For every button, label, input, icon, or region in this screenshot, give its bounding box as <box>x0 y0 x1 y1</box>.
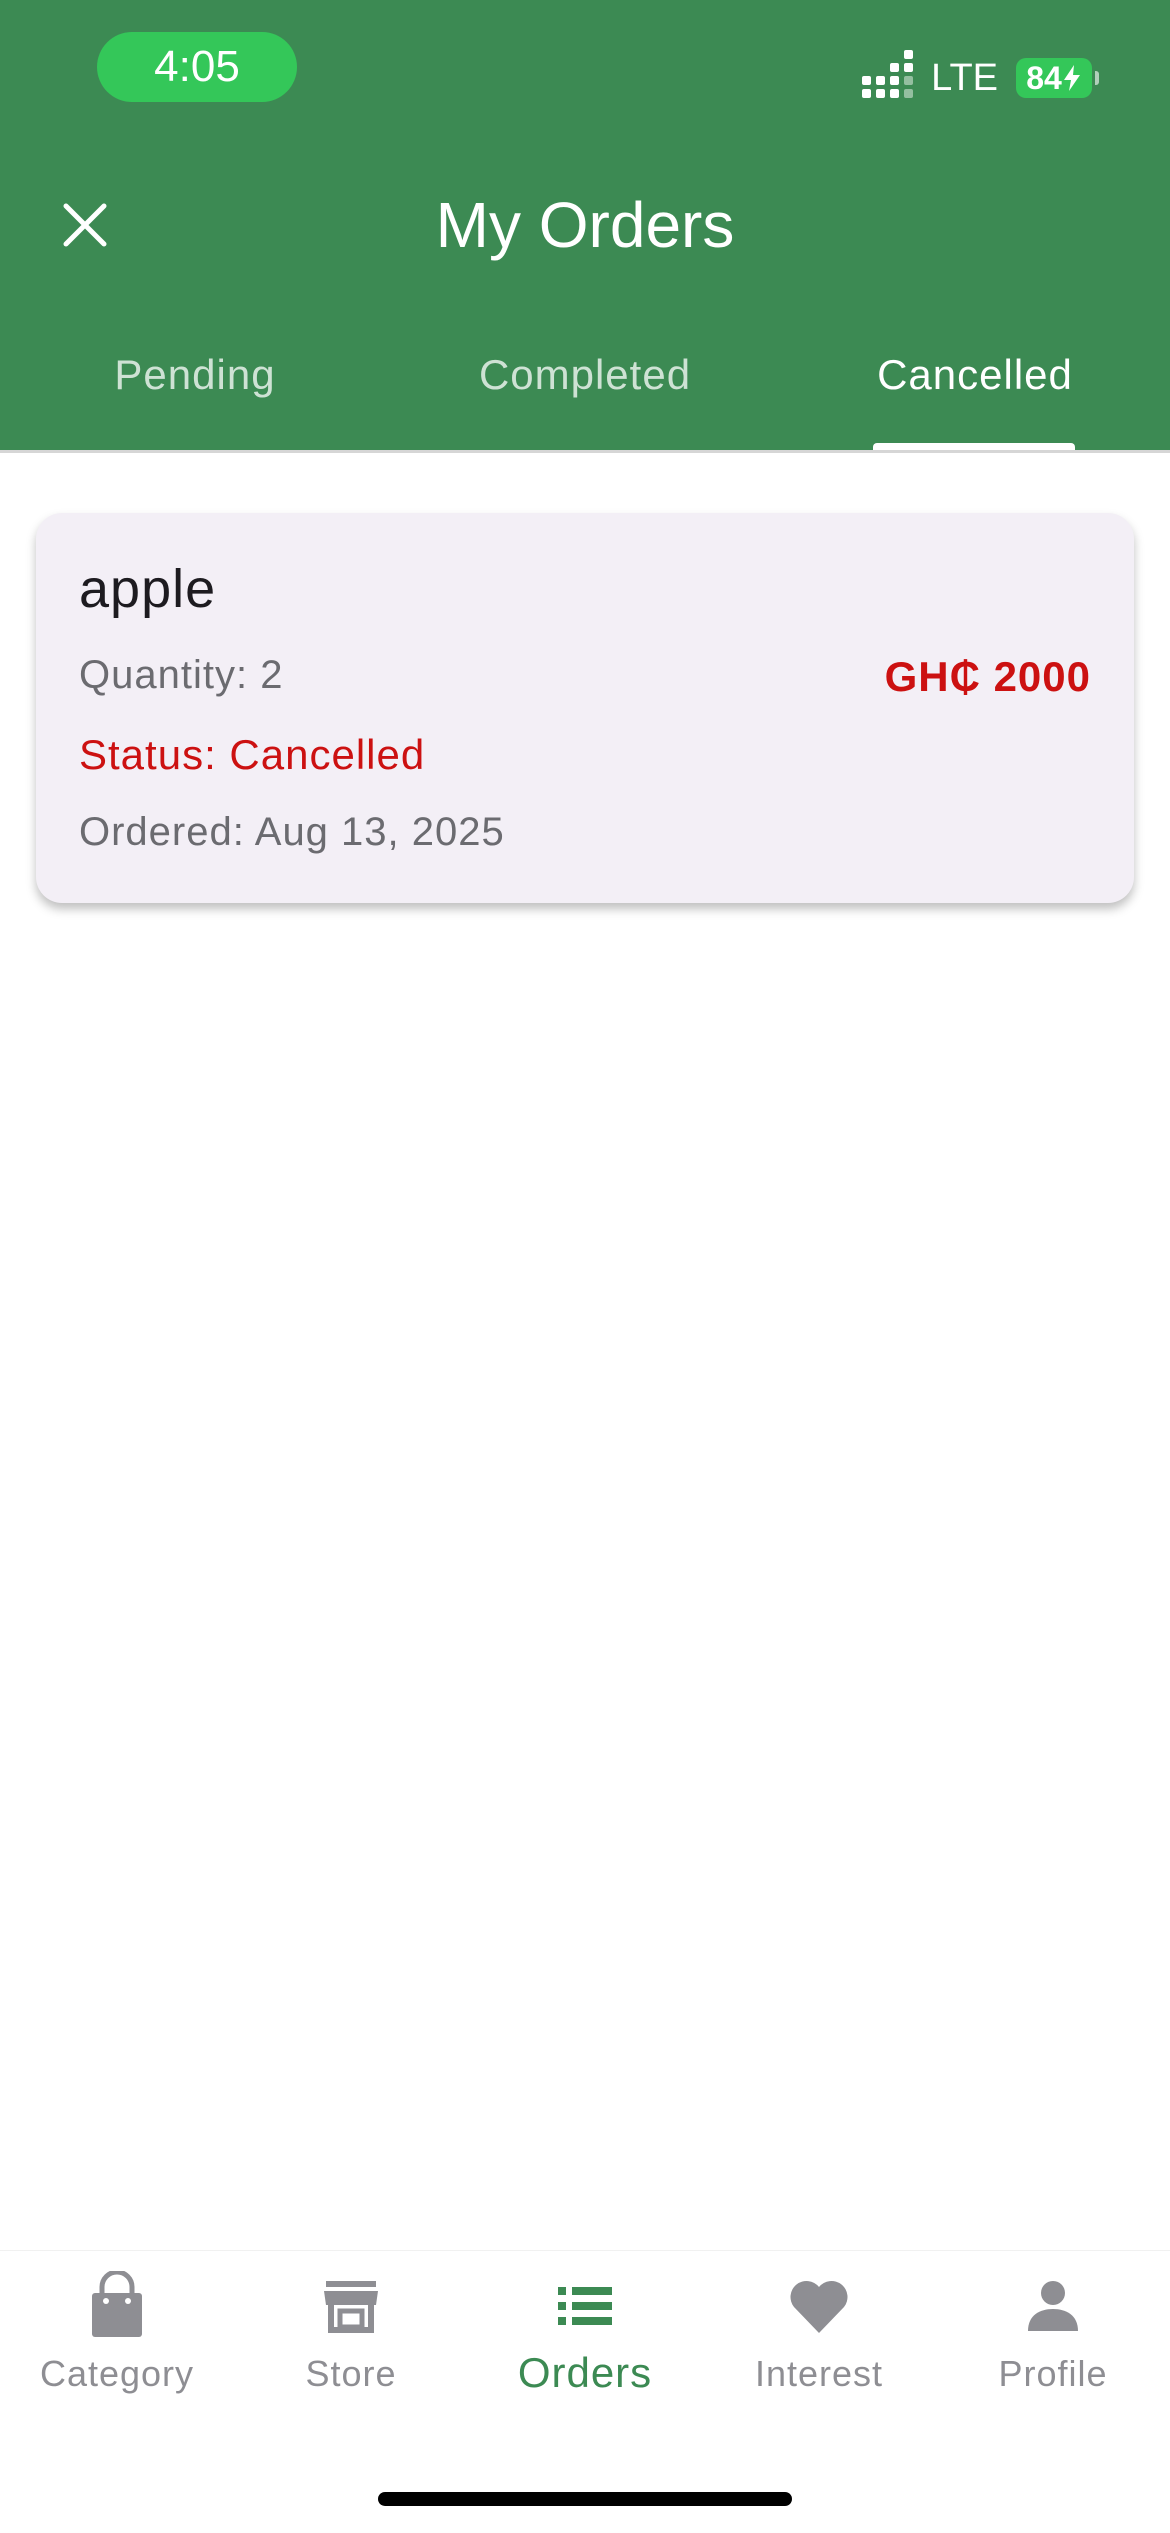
nav-item-orders[interactable]: Orders <box>468 2271 702 2471</box>
status-time: 4:05 <box>97 32 297 102</box>
page-title: My Orders <box>435 189 735 261</box>
tab-pending[interactable]: Pending <box>0 340 390 450</box>
signal-icon <box>862 50 914 98</box>
nav-label-category: Category <box>39 2353 195 2394</box>
battery-level: 84 <box>1026 59 1062 96</box>
nav-label-interest: Interest <box>754 2353 884 2394</box>
nav-item-store[interactable]: Store <box>234 2271 468 2471</box>
order-card[interactable]: apple Quantity: 2 GH₵ 2000 Status: Cance… <box>36 513 1134 903</box>
app-header: 4:05 LTE 84 My Orders Pending Completed … <box>0 0 1170 451</box>
list-icon <box>558 2287 612 2325</box>
nav-item-category[interactable]: Category <box>0 2271 234 2471</box>
order-tabs: Pending Completed Cancelled <box>0 340 1170 450</box>
tab-cancelled[interactable]: Cancelled <box>780 340 1170 450</box>
store-icon <box>324 2281 378 2333</box>
order-price: GH₵ 2000 <box>884 653 1091 700</box>
order-quantity: Quantity: 2 <box>79 653 284 697</box>
nav-item-interest[interactable]: Interest <box>702 2271 936 2471</box>
order-date: Ordered: Aug 13, 2025 <box>79 810 505 854</box>
status-indicators: LTE 84 <box>862 50 1099 106</box>
nav-label-orders: Orders <box>517 2349 653 2396</box>
nav-label-store: Store <box>305 2353 397 2394</box>
network-type: LTE <box>931 56 998 99</box>
tab-completed[interactable]: Completed <box>390 340 780 450</box>
shopping-bag-icon <box>92 2271 142 2337</box>
header-divider <box>0 450 1170 453</box>
heart-icon <box>790 2280 848 2333</box>
person-icon <box>1028 2281 1078 2331</box>
home-indicator[interactable] <box>378 2492 792 2506</box>
order-item-name: apple <box>79 559 217 619</box>
battery-icon: 84 <box>1016 58 1099 98</box>
order-status: Status: Cancelled <box>79 731 426 778</box>
nav-label-profile: Profile <box>998 2353 1108 2394</box>
nav-item-profile[interactable]: Profile <box>936 2271 1170 2471</box>
bottom-navigation: Category Store Orders Interest Profile <box>0 2250 1170 2533</box>
